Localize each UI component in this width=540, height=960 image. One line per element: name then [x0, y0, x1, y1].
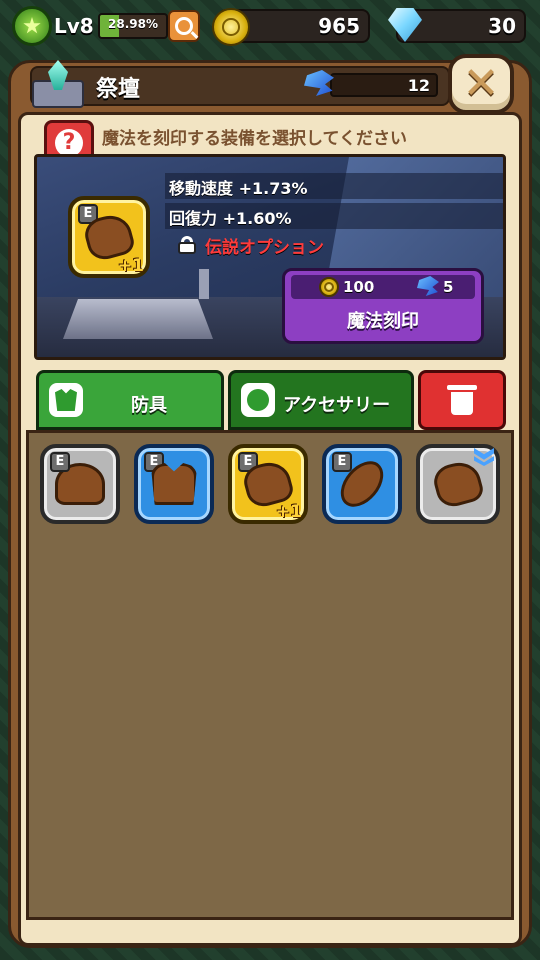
close-icon: ✕ [462, 58, 500, 109]
level-label: Lv8 [54, 14, 94, 38]
inventory-slot[interactable]: E +1 [228, 444, 308, 524]
accessory-icon [241, 383, 275, 417]
engrave-button[interactable]: 100 5 魔法刻印 [282, 268, 484, 344]
lock-icon [177, 236, 197, 254]
top-hud: Lv8 28.98% 965 30 [0, 0, 540, 52]
inventory-slot[interactable]: E [322, 444, 402, 524]
engrave-label: 魔法刻印 [347, 311, 419, 332]
glove-icon [430, 457, 486, 511]
tab-armor[interactable]: 防具 [36, 370, 224, 430]
grade-badge: E [332, 452, 352, 472]
altar-icon [28, 58, 88, 112]
grade-badge: E [50, 452, 70, 472]
selected-item-slot[interactable]: E +1 [68, 196, 150, 278]
question-icon: ? [55, 129, 83, 157]
gold-coin-icon [319, 277, 339, 297]
engrave-rune-cost: 5 [443, 278, 454, 296]
discard-button[interactable] [418, 370, 506, 430]
gold-amount: 965 [318, 14, 360, 38]
window-title: 祭壇 [96, 77, 141, 102]
gold-coin-icon [212, 8, 250, 46]
instruction-text: 魔法を刻印する装備を選択してください [102, 129, 407, 149]
stat-move-speed: 移動速度 +1.73% [169, 179, 308, 198]
search-icon [175, 17, 193, 35]
search-button[interactable] [168, 10, 200, 42]
armor-icon [49, 383, 83, 417]
inventory-slot[interactable] [416, 444, 500, 524]
tab-accessory-label: アクセサリー [283, 395, 391, 416]
rank-chevron-icon [474, 448, 494, 466]
tab-accessory[interactable]: アクセサリー [228, 370, 414, 430]
vest-icon [151, 463, 197, 505]
level-star-icon[interactable] [12, 6, 52, 46]
upgrade-level: +1 [275, 502, 302, 522]
close-button[interactable]: ✕ [448, 54, 514, 114]
stat-recovery: 回復力 +1.60% [169, 209, 292, 228]
rune-amount: 12 [407, 76, 430, 95]
tab-armor-label: 防具 [131, 395, 167, 416]
xp-percent: 28.98% [108, 17, 158, 31]
pedestal [63, 299, 213, 339]
engrave-gold-cost: 100 [343, 278, 375, 296]
upgrade-level: +1 [117, 256, 144, 276]
trash-icon [447, 385, 477, 415]
inventory-slot[interactable]: E [134, 444, 214, 524]
inventory-slot[interactable]: E [40, 444, 120, 524]
legend-option-label: 伝説オプション [205, 238, 324, 258]
gem-amount: 30 [488, 14, 516, 38]
